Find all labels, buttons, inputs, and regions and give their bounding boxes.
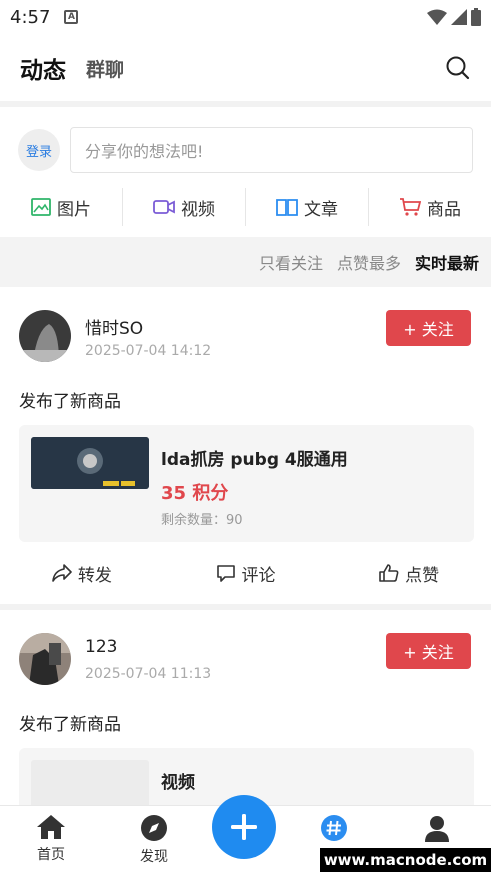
filter-following[interactable]: 只看关注 xyxy=(259,250,323,274)
wifi-icon xyxy=(427,9,447,25)
follow-button[interactable]: + 关注 xyxy=(386,633,471,669)
post-text: 发布了新商品 xyxy=(19,392,121,412)
home-icon xyxy=(37,815,65,839)
share-button[interactable]: 转发 xyxy=(0,555,164,591)
post-author-name[interactable]: 惜时SO xyxy=(85,314,143,339)
tab-discover[interactable]: 发现 xyxy=(119,814,189,866)
product-title: 视频 xyxy=(161,773,195,793)
image-icon xyxy=(31,198,51,216)
hashtag-icon xyxy=(321,815,347,841)
status-bar: 4:57 A xyxy=(0,0,491,34)
product-thumbnail xyxy=(31,760,149,805)
filter-latest[interactable]: 实时最新 xyxy=(415,250,479,274)
tab-discover-label: 发现 xyxy=(140,849,168,865)
post-timestamp: 2025-07-04 11:13 xyxy=(85,666,212,682)
share-input[interactable]: 分享你的想法吧! xyxy=(70,127,473,173)
post-timestamp: 2025-07-04 14:12 xyxy=(85,343,212,359)
book-icon xyxy=(276,199,298,216)
tab-home-label: 首页 xyxy=(37,847,65,863)
type-image-button[interactable]: 图片 xyxy=(0,188,123,226)
product-thumbnail xyxy=(31,437,149,489)
feed-post: 123 2025-07-04 11:13 + 关注 发布了新商品 视频 xyxy=(0,610,491,805)
filter-most-liked[interactable]: 点赞最多 xyxy=(337,250,401,274)
login-button[interactable]: 登录 xyxy=(18,129,60,171)
status-time: 4:57 xyxy=(10,6,51,28)
header: 动态 群聊 xyxy=(0,44,491,92)
type-product-button[interactable]: 商品 xyxy=(369,188,491,226)
feed-filter-bar: 只看关注 点赞最多 实时最新 xyxy=(0,237,491,287)
post-author-name[interactable]: 123 xyxy=(85,637,117,657)
product-card[interactable]: lda抓房 pubg 4服通用 35 积分 剩余数量：90 xyxy=(19,425,474,542)
signal-icon xyxy=(451,9,467,25)
type-image-label: 图片 xyxy=(57,199,91,220)
type-article-button[interactable]: 文章 xyxy=(246,188,369,226)
follow-button[interactable]: + 关注 xyxy=(386,310,471,346)
product-title: lda抓房 pubg 4服通用 xyxy=(161,450,348,470)
type-video-button[interactable]: 视频 xyxy=(123,188,246,226)
avatar[interactable] xyxy=(19,310,71,362)
user-icon xyxy=(425,816,449,842)
feed-post: 惜时SO 2025-07-04 14:12 + 关注 发布了新商品 lda抓房 … xyxy=(0,287,491,607)
watermark: www.macnode.com xyxy=(320,848,491,872)
video-icon xyxy=(153,200,175,214)
post-text: 发布了新商品 xyxy=(19,715,121,735)
type-product-label: 商品 xyxy=(427,199,461,220)
comment-icon xyxy=(216,565,235,582)
type-article-label: 文章 xyxy=(304,199,338,220)
tab-group-chat[interactable]: 群聊 xyxy=(86,55,124,82)
type-video-label: 视频 xyxy=(181,199,215,220)
comment-button[interactable]: 评论 xyxy=(164,555,328,591)
product-price: 35 积分 xyxy=(161,483,229,504)
share-label: 转发 xyxy=(77,565,112,586)
notification-icon: A xyxy=(64,10,79,24)
compass-icon xyxy=(141,815,167,841)
tab-dynamics[interactable]: 动态 xyxy=(20,51,66,85)
thumbs-up-icon xyxy=(379,564,399,582)
like-button[interactable]: 点赞 xyxy=(327,555,491,591)
post-actions: 转发 评论 点赞 xyxy=(0,555,491,591)
post-type-bar: 图片 视频 文章 商品 xyxy=(0,188,491,226)
divider xyxy=(0,101,491,107)
avatar[interactable] xyxy=(19,633,71,685)
share-icon xyxy=(52,564,72,582)
status-right xyxy=(427,8,481,26)
cart-icon xyxy=(400,198,421,216)
like-label: 点赞 xyxy=(405,565,440,586)
battery-icon xyxy=(471,8,481,26)
plus-icon xyxy=(231,814,257,840)
composer: 登录 分享你的想法吧! xyxy=(18,126,473,174)
add-post-button[interactable] xyxy=(212,795,276,859)
product-stock: 剩余数量：90 xyxy=(161,513,243,528)
search-icon[interactable] xyxy=(445,55,471,81)
comment-label: 评论 xyxy=(241,565,276,586)
tab-home[interactable]: 首页 xyxy=(16,814,86,864)
